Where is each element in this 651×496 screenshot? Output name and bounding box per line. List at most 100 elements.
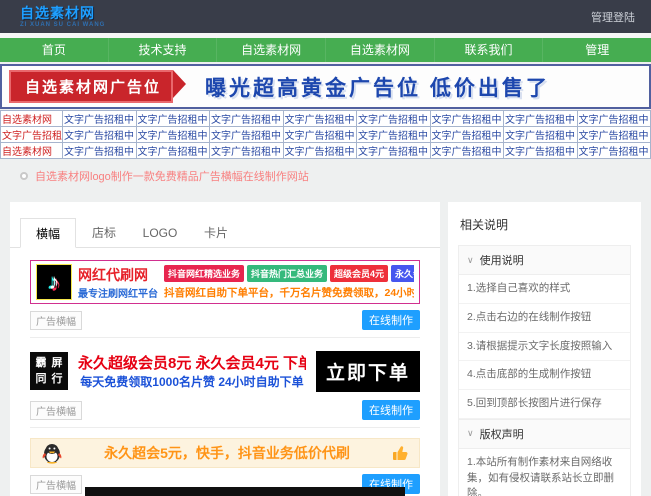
banner-list: ♪ 网红代刷网 最专注刷网红平台 抖音网红精选业务抖音热门汇总业务超级会员4元永… (10, 248, 440, 496)
category-tabs: 横幅店标LOGO卡片 (10, 218, 440, 248)
text-ad-cell-first[interactable]: 文字广告招租中 (1, 127, 63, 143)
main-area: 横幅店标LOGO卡片 ♪ 网红代刷网 最专注刷网红平台 抖音网红精选业务抖音热门… (10, 202, 641, 496)
next-banner-partial[interactable] (85, 487, 405, 496)
text-ad-cell[interactable]: 文字广告招租中 (430, 143, 504, 159)
top-bar: 自选素材网 ZI XUAN SU CAI WANG 管理登陆 (0, 0, 651, 33)
tab-LOGO[interactable]: LOGO (132, 218, 188, 247)
sidebar-title: 相关说明 (458, 214, 631, 245)
ad-type-tag: 广告横幅 (30, 401, 82, 420)
item-divider (30, 337, 420, 338)
text-ad-cell[interactable]: 文字广告招租中 (210, 127, 284, 143)
text-ad-cell[interactable]: 文字广告招租中 (283, 127, 357, 143)
qq-penguin-icon (41, 442, 63, 464)
main-nav: 首页技术支持自选素材网自选素材网联系我们管理 (0, 38, 651, 62)
text-ad-cell[interactable]: 文字广告招租中 (577, 111, 651, 127)
banner1-title: 网红代刷网 (78, 265, 158, 285)
breadcrumb: 自选素材网logo制作一款免费精品广告横幅在线制作网站 (20, 168, 651, 184)
nav-item[interactable]: 管理 (543, 38, 651, 62)
nav-item[interactable]: 自选素材网 (217, 38, 326, 62)
text-ad-cell[interactable]: 文字广告招租中 (504, 127, 578, 143)
site-logo-subtitle: ZI XUAN SU CAI WANG (20, 22, 105, 28)
grid-logo-char: 霸 (36, 358, 47, 369)
banner2-line2: 每天免费领取1000名片赞 24小时自助下单 (78, 373, 306, 390)
text-ad-row: 自选素材网文字广告招租中文字广告招租中文字广告招租中文字广告招租中文字广告招租中… (1, 111, 651, 127)
text-ad-cell-first[interactable]: 自选素材网 (1, 143, 63, 159)
text-ad-cell[interactable]: 文字广告招租中 (357, 143, 431, 159)
info-sidebar: 相关说明 ∨使用说明1.选择自己喜欢的样式2.点击右边的在线制作按钮3.请根据提… (448, 202, 641, 496)
service-badge[interactable]: 超级会员4元 (330, 265, 388, 282)
make-online-button[interactable]: 在线制作 (362, 310, 420, 330)
service-badge[interactable]: 抖音网红精选业务 (164, 265, 244, 282)
text-ad-cell[interactable]: 文字广告招租中 (357, 127, 431, 143)
banner-item-douyin[interactable]: ♪ 网红代刷网 最专注刷网红平台 抖音网红精选业务抖音热门汇总业务超级会员4元永… (30, 260, 420, 304)
banner-item-qq[interactable]: 永久超会5元，快手，抖音业务低价代刷 (30, 438, 420, 468)
order-now-button[interactable]: 立即下单 (316, 351, 420, 392)
section-header-版权声明[interactable]: ∨版权声明 (459, 419, 630, 449)
banner1-titles: 网红代刷网 最专注刷网红平台 (78, 265, 158, 300)
chevron-down-icon: ∨ (467, 428, 474, 439)
text-ad-cell[interactable]: 文字广告招租中 (136, 111, 210, 127)
text-ad-cell[interactable]: 文字广告招租中 (430, 111, 504, 127)
section-header-label: 使用说明 (480, 252, 524, 268)
nav-item[interactable]: 首页 (0, 38, 109, 62)
chevron-down-icon: ∨ (467, 255, 474, 266)
text-ad-cell[interactable]: 文字广告招租中 (357, 111, 431, 127)
content-card: 横幅店标LOGO卡片 ♪ 网红代刷网 最专注刷网红平台 抖音网红精选业务抖音热门… (10, 202, 440, 496)
text-ad-cell[interactable]: 文字广告招租中 (136, 127, 210, 143)
banner1-badges: 抖音网红精选业务抖音热门汇总业务超级会员4元永久会员2元 (164, 265, 414, 282)
thumb-up-icon (391, 444, 409, 462)
promo-badge: 自选素材网广告位 (9, 70, 173, 103)
admin-login-link[interactable]: 管理登陆 (591, 9, 635, 25)
text-ad-cell[interactable]: 文字广告招租中 (63, 127, 137, 143)
section-item: 5.回到顶部长按图片进行保存 (459, 390, 630, 419)
text-ad-cell[interactable]: 文字广告招租中 (63, 143, 137, 159)
text-ad-cell[interactable]: 文字广告招租中 (504, 143, 578, 159)
nav-item[interactable]: 联系我们 (435, 38, 544, 62)
promo-headline: 曝光超高黄金广告位 低价出售了 (205, 72, 550, 102)
section-item: 4.点击底部的生成制作按钮 (459, 361, 630, 390)
text-ad-cell[interactable]: 文字广告招租中 (63, 111, 137, 127)
banner-item-member[interactable]: 霸屏同行 永久超级会员8元 永久会员4元 下单秒刷 每天免费领取1000名片赞 … (30, 348, 420, 394)
banner1-meta: 广告横幅 在线制作 (30, 310, 420, 330)
grid-logo-char: 屏 (52, 358, 63, 369)
grid-logo-char: 行 (52, 374, 63, 385)
nav-item[interactable]: 技术支持 (109, 38, 218, 62)
text-ad-cell-first[interactable]: 自选素材网 (1, 111, 63, 127)
promo-ad-banner[interactable]: 自选素材网广告位 曝光超高黄金广告位 低价出售了 (0, 64, 651, 109)
banner1-tagline: 抖音网红自助下单平台，千万名片赞免费领取，24小时自助下单！ (164, 285, 414, 300)
tab-横幅[interactable]: 横幅 (20, 218, 76, 248)
service-badge[interactable]: 永久会员2元 (391, 265, 414, 282)
text-ad-cell[interactable]: 文字广告招租中 (210, 143, 284, 159)
banner2-meta: 广告横幅 在线制作 (30, 400, 420, 420)
text-ad-cell[interactable]: 文字广告招租中 (577, 127, 651, 143)
section-item: 3.请根据提示文字长度按照输入 (459, 333, 630, 362)
section-item: 2.点击右边的在线制作按钮 (459, 304, 630, 333)
tab-卡片[interactable]: 卡片 (188, 218, 244, 247)
banner2-text: 永久超级会员8元 永久会员4元 下单秒刷 每天免费领取1000名片赞 24小时自… (78, 352, 306, 390)
text-ad-table-body: 自选素材网文字广告招租中文字广告招租中文字广告招租中文字广告招租中文字广告招租中… (1, 111, 651, 159)
text-ad-cell[interactable]: 文字广告招租中 (430, 127, 504, 143)
text-ad-table: 自选素材网文字广告招租中文字广告招租中文字广告招租中文字广告招租中文字广告招租中… (0, 110, 651, 159)
service-badge[interactable]: 抖音热门汇总业务 (247, 265, 327, 282)
text-ad-cell[interactable]: 文字广告招租中 (136, 143, 210, 159)
banner2-line1: 永久超级会员8元 永久会员4元 下单秒刷 (78, 352, 306, 373)
text-ad-cell[interactable]: 文字广告招租中 (283, 111, 357, 127)
text-ad-cell[interactable]: 文字广告招租中 (504, 111, 578, 127)
ad-type-tag: 广告横幅 (30, 475, 82, 494)
text-ad-cell[interactable]: 文字广告招租中 (210, 111, 284, 127)
text-ad-cell[interactable]: 文字广告招租中 (283, 143, 357, 159)
banner3-text: 永久超会5元，快手，抖音业务低价代刷 (71, 443, 383, 463)
ad-type-tag: 广告横幅 (30, 311, 82, 330)
breadcrumb-dot-icon (20, 172, 28, 180)
grid-logo-icon: 霸屏同行 (30, 352, 68, 390)
make-online-button[interactable]: 在线制作 (362, 400, 420, 420)
tab-店标[interactable]: 店标 (76, 218, 132, 247)
nav-item[interactable]: 自选素材网 (326, 38, 435, 62)
text-ad-row: 自选素材网文字广告招租中文字广告招租中文字广告招租中文字广告招租中文字广告招租中… (1, 143, 651, 159)
text-ad-row: 文字广告招租中文字广告招租中文字广告招租中文字广告招租中文字广告招租中文字广告招… (1, 127, 651, 143)
breadcrumb-text[interactable]: 自选素材网logo制作一款免费精品广告横幅在线制作网站 (35, 168, 309, 184)
text-ad-cell[interactable]: 文字广告招租中 (577, 143, 651, 159)
section-header-使用说明[interactable]: ∨ 使用说明 (459, 245, 630, 275)
site-logo[interactable]: 自选素材网 ZI XUAN SU CAI WANG (20, 6, 105, 28)
banner1-subtitle: 最专注刷网红平台 (78, 285, 158, 300)
